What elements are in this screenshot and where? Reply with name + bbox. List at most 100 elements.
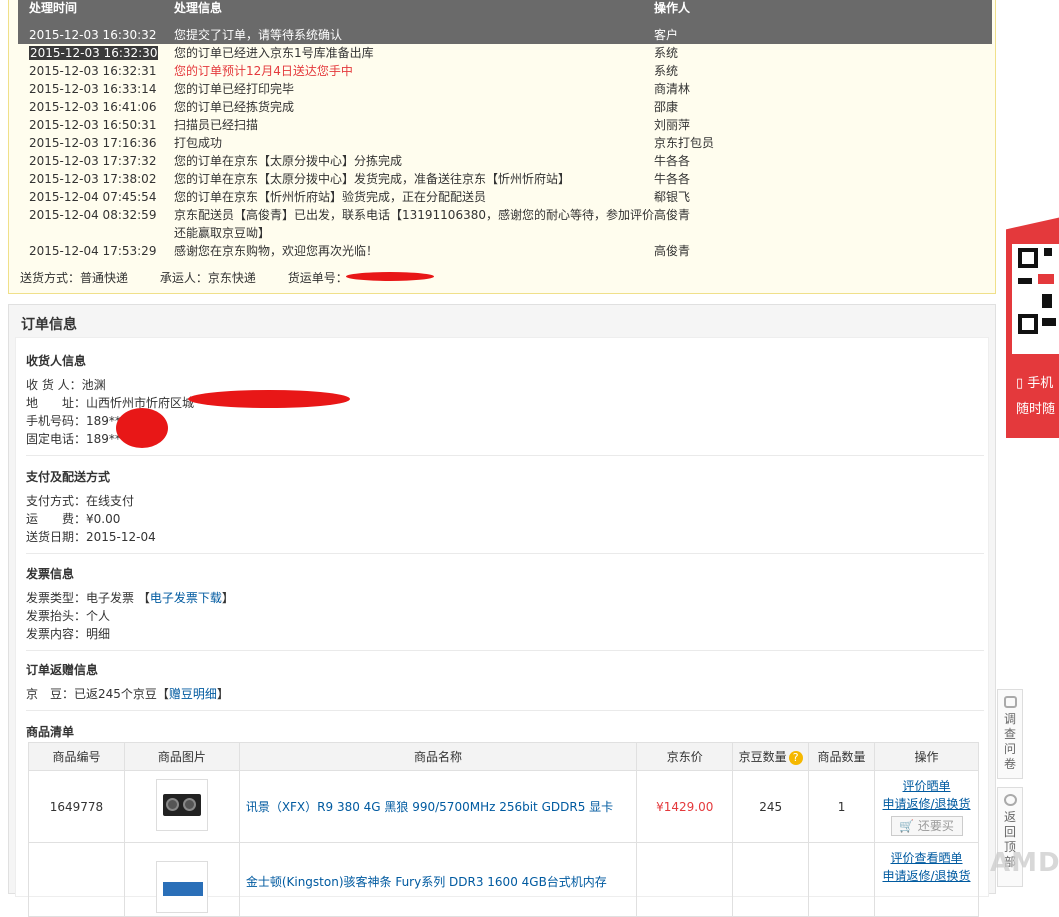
row-operator: 京东打包员 — [654, 136, 715, 150]
row-info: 您的订单在京东【太原分拨中心】分拣完成 — [174, 154, 403, 168]
row-time: 2015-12-04 17:53:29 — [29, 244, 157, 258]
rebate-beans: 京 豆：已返245个京豆【赠豆明细】 — [26, 685, 984, 703]
review-link[interactable]: 评价晒单 — [875, 777, 978, 795]
shipping-waybill: 货运单号： — [287, 271, 348, 285]
receiver-name: 收 货 人：池渊 — [26, 378, 106, 392]
goods-price: ¥1429.00 — [636, 770, 734, 843]
row-time: 2015-12-03 16:30:32 — [29, 28, 157, 42]
row-operator: 高俊青 — [654, 208, 691, 222]
invoice-title: 发票信息 — [26, 567, 75, 581]
bracket: 】 — [216, 687, 229, 701]
survey-label: 调查问卷 — [1003, 712, 1016, 771]
payment-title: 支付及配送方式 — [26, 470, 111, 484]
tracking-row: 2015-12-03 17:37:32 您的订单在京东【太原分拨中心】分拣完成 … — [18, 152, 992, 170]
graphics-card-image[interactable] — [155, 779, 208, 831]
tracking-row: 2015-12-04 07:45:54 您的订单在京东【忻州忻府站】验货完成，正… — [18, 188, 992, 206]
row-operator: 系统 — [654, 46, 679, 60]
goods-price — [636, 842, 734, 917]
invoice-type: 发票类型：电子发票 【电子发票下载】 — [26, 589, 984, 607]
row-info: 您的订单已经进入京东1号库准备出库 — [174, 46, 374, 60]
promo-text-1: ▯ 手机 — [1016, 372, 1053, 391]
row-info: 您的订单已经拣货完成 — [174, 100, 295, 114]
header-info: 处理信息 — [174, 1, 223, 15]
col-id: 商品编号 — [28, 742, 125, 771]
redaction-mark — [116, 408, 168, 448]
invoice-type-label: 发票类型：电子发票 【 — [26, 591, 150, 605]
row-time: 2015-12-04 07:45:54 — [29, 190, 157, 204]
row-operator: 高俊青 — [654, 244, 691, 258]
return-link[interactable]: 申请返修/退换货 — [875, 795, 978, 813]
goods-image-cell — [123, 770, 240, 843]
tracking-row: 2015-12-04 08:32:59 京东配送员【高俊青】已出发，联系电话【1… — [18, 206, 992, 242]
redaction-mark — [188, 390, 350, 408]
payment-method: 支付方式：在线支付 — [26, 494, 135, 508]
tracking-row: 2015-12-04 17:53:29 感谢您在京东购物，欢迎您再次光临！ 高俊… — [18, 242, 992, 260]
row-time: 2015-12-03 16:41:06 — [29, 100, 157, 114]
rebate-section: 订单返赠信息 京 豆：已返245个京豆【赠豆明细】 — [26, 661, 984, 711]
row-time: 2015-12-04 08:32:59 — [29, 208, 157, 222]
receiver-section: 收货人信息 收 货 人：池渊 地 址：山西忻州市忻府区城 手机号码：189***… — [26, 352, 984, 456]
einvoice-download-link[interactable]: 电子发票下载 — [150, 591, 222, 605]
receiver-title: 收货人信息 — [26, 354, 87, 368]
beans-label: 京 豆：已返245个京豆【 — [26, 687, 169, 701]
col-beans-label: 京豆数量 — [738, 750, 787, 764]
row-operator: 刘丽萍 — [654, 118, 691, 132]
review-link[interactable]: 评价查看晒单 — [875, 849, 978, 867]
promo-text-2: 随时随 — [1016, 402, 1056, 417]
row-time: 2015-12-03 16:33:14 — [29, 82, 157, 96]
row-time: 2015-12-03 16:32:30 — [29, 46, 159, 60]
survey-button[interactable]: 调查问卷 — [997, 689, 1023, 779]
row-info: 您的订单在京东【忻州忻府站】验货完成，正在分配配送员 — [174, 190, 487, 204]
table-row: 1649778 讯景（XFX）R9 380 4G 黑狼 990/5700MHz … — [28, 770, 979, 843]
invoice-section: 发票信息 发票类型：电子发票 【电子发票下载】 发票抬头：个人 发票内容：明细 — [26, 565, 984, 651]
cart-icon: 🛒 — [899, 819, 918, 833]
delivery-date: 送货日期：2015-12-04 — [26, 530, 156, 544]
col-ops: 操作 — [874, 742, 979, 771]
row-info: 扫描员已经扫描 — [174, 118, 259, 132]
row-operator: 牛各各 — [654, 154, 691, 168]
tracking-panel: 处理时间 处理信息 操作人 2015-12-03 16:30:32 您提交了订单… — [8, 0, 996, 294]
tracking-row: 2015-12-03 16:30:32 您提交了订单，请等待系统确认 客户 — [18, 26, 992, 44]
return-link[interactable]: 申请返修/退换货 — [875, 867, 978, 885]
goods-image-cell — [123, 842, 240, 917]
beans-detail-link[interactable]: 赠豆明细 — [169, 687, 217, 701]
tracking-row: 2015-12-03 17:38:02 您的订单在京东【太原分拨中心】发货完成，… — [18, 170, 992, 188]
tracking-row: 2015-12-03 16:32:31 您的订单预计12月4日送达您手中 系统 — [18, 62, 992, 80]
row-info: 您的订单在京东【太原分拨中心】发货完成，准备送往京东【忻州忻府站】 — [174, 172, 571, 186]
payment-freight: 运 费：¥0.00 — [26, 512, 121, 526]
row-time: 2015-12-03 17:16:36 — [29, 136, 157, 150]
rebuy-button[interactable]: 🛒 还要买 — [890, 816, 963, 836]
promo-label-1: 手机 — [1027, 376, 1054, 391]
goods-name[interactable]: 金士顿(Kingston)骇客神条 Fury系列 DDR3 1600 4GB台式… — [238, 842, 638, 917]
row-operator: 商清林 — [654, 82, 691, 96]
receiver-address: 地 址：山西忻州市忻府区城 — [26, 396, 195, 410]
help-icon[interactable]: ? — [788, 751, 803, 765]
goods-id: 1649778 — [28, 770, 125, 843]
memory-image[interactable] — [155, 861, 208, 913]
goods-qty: 1 — [808, 770, 876, 843]
row-info: 您的订单预计12月4日送达您手中 — [174, 64, 353, 78]
row-time: 2015-12-03 16:50:31 — [29, 118, 157, 132]
order-info-panel: 订单信息 收货人信息 收 货 人：池渊 地 址：山西忻州市忻府区城 手机号码：1… — [8, 304, 996, 917]
row-info: 感谢您在京东购物，欢迎您再次光临！ — [174, 244, 379, 258]
goods-name[interactable]: 讯景（XFX）R9 380 4G 黑狼 990/5700MHz 256bit G… — [238, 770, 638, 843]
goods-table: 商品编号 商品图片 商品名称 京东价 京豆数量? 商品数量 操作 1649778… — [28, 742, 979, 917]
goods-name-link[interactable]: 讯景（XFX）R9 380 4G 黑狼 990/5700MHz 256bit G… — [246, 800, 613, 814]
row-time: 2015-12-03 16:32:31 — [29, 64, 157, 78]
shipping-method: 送货方式：普通快递 — [20, 271, 129, 285]
redaction-mark — [346, 272, 434, 281]
bracket: 】 — [221, 591, 234, 605]
header-time: 处理时间 — [29, 1, 78, 15]
row-info: 您提交了订单，请等待系统确认 — [174, 28, 343, 42]
tracking-row: 2015-12-03 16:32:30 您的订单已经进入京东1号库准备出库 系统 — [18, 44, 992, 62]
payment-section: 支付及配送方式 支付方式：在线支付 运 费：¥0.00 送货日期：2015-12… — [26, 468, 984, 554]
goods-beans: 245 — [732, 770, 810, 843]
amd-watermark: AMD — [990, 848, 1059, 878]
arrow-up-icon — [1004, 794, 1017, 806]
shipping-info: 送货方式：普通快递 承运人：京东快递 货运单号： — [20, 271, 376, 285]
goods-ops: 评价查看晒单 申请返修/退换货 — [874, 842, 979, 917]
col-beans: 京豆数量? — [732, 742, 810, 771]
row-time: 2015-12-03 17:38:02 — [29, 172, 157, 186]
row-info: 您的订单已经打印完毕 — [174, 82, 295, 96]
rebuy-label: 还要买 — [917, 819, 954, 833]
